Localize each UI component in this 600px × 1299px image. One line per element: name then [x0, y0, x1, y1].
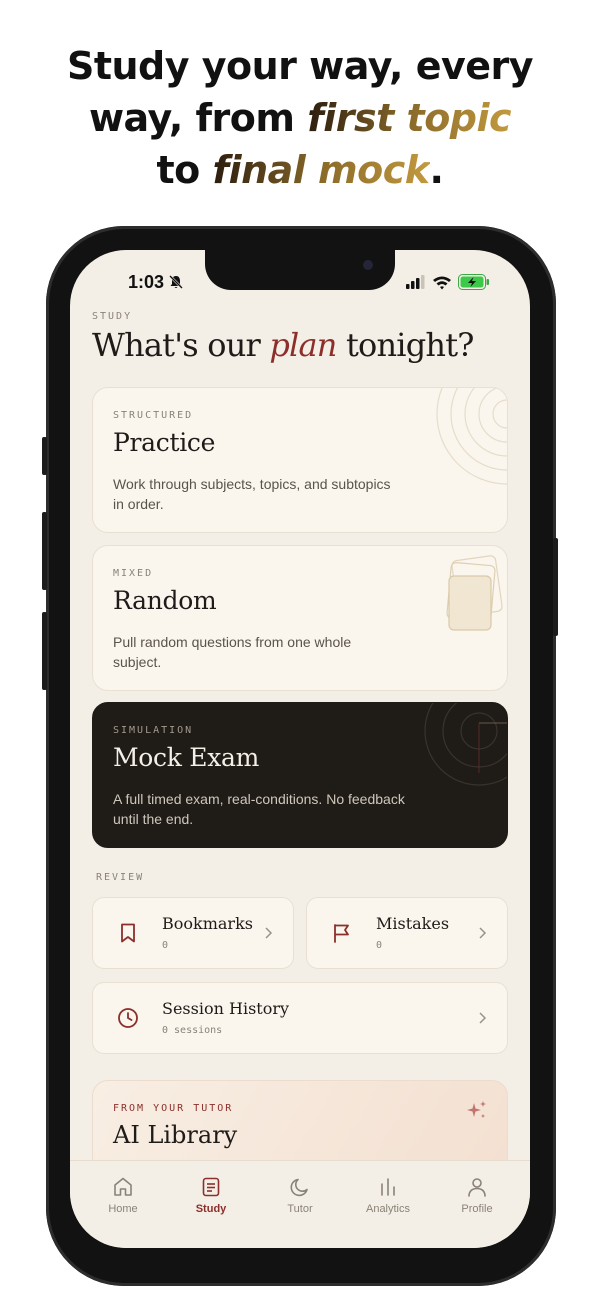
mock-exam-card[interactable]: SIMULATION Mock Exam A full timed exam, …: [92, 702, 508, 848]
volume-up-button: [42, 512, 47, 590]
tab-tutor-label: Tutor: [287, 1203, 313, 1215]
status-icons: [406, 274, 490, 290]
headline-line-2: way, from first topic: [0, 92, 600, 144]
headline-period: .: [429, 148, 444, 192]
bookmarks-count: 0: [162, 940, 169, 951]
mock-exam-eyebrow: SIMULATION: [113, 725, 194, 736]
bookmarks-tile[interactable]: Bookmarks 0: [92, 897, 294, 969]
sparkle-icon: [467, 1101, 486, 1118]
tab-profile[interactable]: Profile: [431, 1175, 523, 1215]
mock-exam-description: A full timed exam, real-conditions. No f…: [113, 791, 405, 827]
status-time: 1:03: [128, 272, 165, 292]
review-label: REVIEW: [96, 872, 145, 883]
practice-description: Work through subjects, topics, and subto…: [113, 476, 391, 512]
bookmarks-label: Bookmarks: [162, 914, 253, 933]
analytics-icon: [381, 1178, 395, 1196]
practice-eyebrow: STRUCTURED: [113, 410, 194, 421]
volume-down-button: [42, 612, 47, 690]
section-eyebrow-study: STUDY: [92, 311, 133, 322]
bottom-tab-bar: Home Study Tutor Analytics Profile: [70, 1160, 530, 1248]
practice-title: Practice: [113, 428, 216, 457]
tab-study[interactable]: Study: [165, 1175, 257, 1215]
tab-tutor[interactable]: Tutor: [254, 1175, 346, 1215]
headline-accent-final-mock: final mock: [212, 148, 431, 192]
page-title: What's our plan tonight?: [92, 326, 474, 364]
moon-icon: [290, 1178, 308, 1197]
mistakes-label: Mistakes: [376, 914, 450, 933]
clock-icon: [118, 1008, 138, 1028]
concentric-circles-icon: [436, 388, 507, 485]
profile-icon: [468, 1178, 486, 1197]
session-history-count: 0 sessions: [162, 1025, 223, 1036]
headline-line-3: to final mock.: [0, 144, 600, 196]
session-history-tile[interactable]: Session History 0 sessions: [92, 982, 508, 1054]
chevron-right-icon: [479, 927, 487, 939]
bell-muted-icon: [169, 275, 183, 289]
silent-switch: [42, 437, 47, 475]
mock-exam-title: Mock Exam: [113, 743, 260, 772]
random-description: Pull random questions from one whole sub…: [113, 634, 352, 670]
headline-line-2-text: way, from: [88, 96, 308, 140]
power-button: [553, 538, 558, 636]
stacked-cards-icon: [446, 555, 503, 631]
tab-study-label: Study: [195, 1203, 227, 1215]
home-icon: [114, 1177, 132, 1196]
practice-card[interactable]: STRUCTURED Practice Work through subject…: [92, 387, 508, 533]
tab-profile-label: Profile: [461, 1203, 493, 1215]
mistakes-count: 0: [376, 940, 383, 951]
random-card[interactable]: MIXED Random Pull random questions from …: [92, 545, 508, 691]
tab-analytics-label: Analytics: [365, 1203, 411, 1215]
battery-charging-icon: [458, 274, 489, 290]
notch: [205, 250, 395, 290]
mistakes-tile[interactable]: Mistakes 0: [306, 897, 508, 969]
phone-screen: 1:03 STUDY What's our plan tonight? STRU…: [70, 250, 530, 1248]
page-title-emphasis: plan: [269, 326, 337, 364]
chevron-right-icon: [479, 1012, 487, 1024]
bookmark-icon: [121, 923, 135, 943]
tab-analytics[interactable]: Analytics: [342, 1175, 434, 1215]
wifi-icon: [433, 276, 451, 289]
session-history-label: Session History: [162, 999, 290, 1018]
random-title: Random: [113, 586, 217, 615]
headline-line-3-text: to: [156, 148, 213, 192]
ai-library-title: AI Library: [113, 1121, 238, 1149]
target-crosshair-icon: [424, 703, 507, 786]
signal-icon: [406, 275, 425, 289]
random-eyebrow: MIXED: [113, 568, 154, 579]
headline-accent-first-topic: first topic: [307, 96, 512, 140]
headline-line-1: Study your way, every: [66, 44, 534, 88]
tab-home[interactable]: Home: [77, 1175, 169, 1215]
page-title-post: tonight?: [336, 326, 475, 364]
flag-icon: [334, 924, 349, 943]
tab-home-label: Home: [108, 1203, 138, 1215]
chevron-right-icon: [265, 927, 273, 939]
tutor-eyebrow: FROM YOUR TUTOR: [113, 1103, 234, 1114]
front-camera: [363, 260, 373, 270]
study-icon: [202, 1177, 220, 1197]
marketing-headline: Study your way, every way, from first to…: [0, 40, 600, 196]
page-title-pre: What's our: [92, 326, 270, 364]
